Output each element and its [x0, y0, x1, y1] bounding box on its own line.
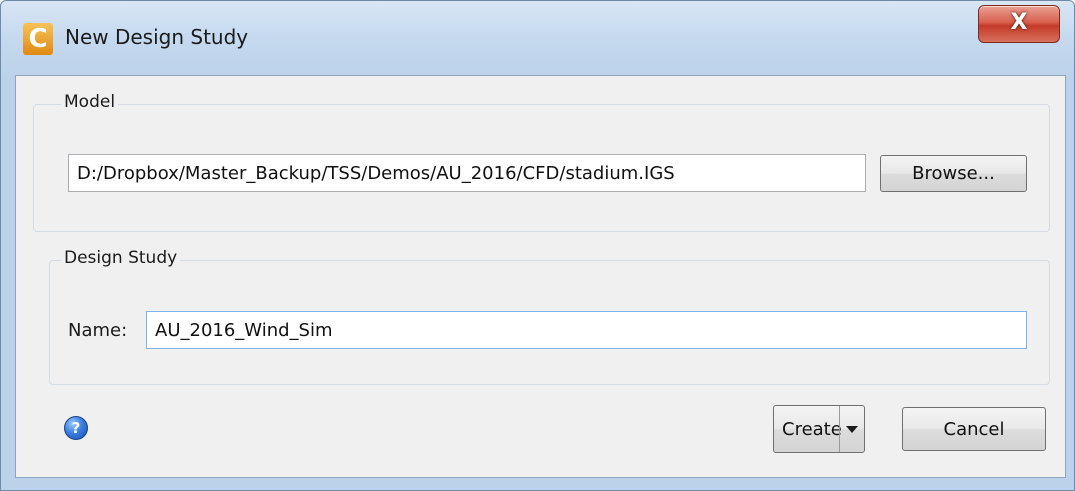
browse-button[interactable]: Browse... [880, 155, 1027, 192]
model-group-label: Model [61, 92, 119, 112]
name-label: Name: [68, 320, 128, 341]
dialog-body: Model Browse... Design Study Name: ? Cre… [15, 75, 1066, 478]
cancel-button[interactable]: Cancel [902, 407, 1046, 451]
chevron-down-icon [846, 425, 858, 433]
create-button-label: Create [782, 418, 842, 440]
title-bar[interactable]: C New Design Study X [1, 1, 1074, 77]
close-button[interactable]: X [978, 5, 1060, 43]
model-path-input[interactable] [68, 154, 866, 192]
design-study-name-input[interactable] [146, 311, 1027, 349]
help-icon[interactable]: ? [64, 416, 88, 440]
dialog-window: C New Design Study X Model Browse... Des… [0, 0, 1075, 491]
create-split-button[interactable]: Create [773, 405, 865, 453]
design-study-group-label: Design Study [61, 248, 181, 268]
cfd-app-icon: C [23, 23, 53, 55]
dialog-title: New Design Study [65, 25, 249, 49]
create-dropdown-arrow[interactable] [839, 406, 864, 452]
close-icon: X [1010, 10, 1028, 35]
